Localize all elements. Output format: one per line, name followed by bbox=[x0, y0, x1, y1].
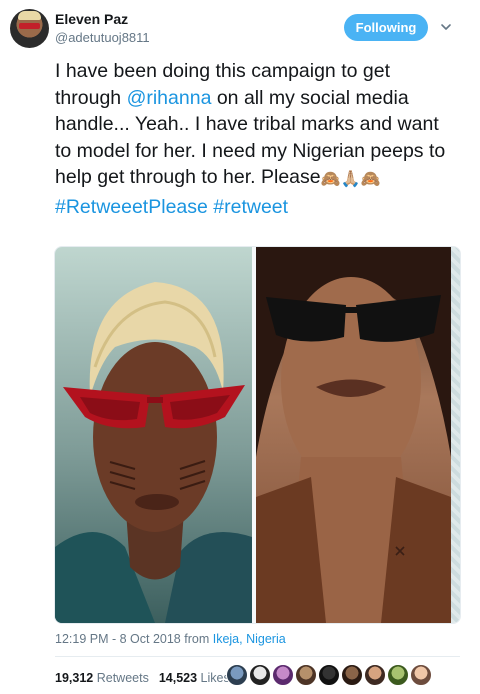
tweet-time[interactable]: 12:19 PM - 8 Oct 2018 bbox=[55, 632, 181, 646]
portrait-right-illustration bbox=[256, 247, 451, 623]
tweet: Eleven Paz @adetutuoj8811 Following I ha… bbox=[0, 0, 480, 694]
divider bbox=[55, 656, 460, 657]
liker-avatar[interactable] bbox=[295, 664, 317, 686]
likers-avatars bbox=[226, 664, 433, 686]
liker-avatar[interactable] bbox=[341, 664, 363, 686]
likes-count: 14,523 bbox=[158, 671, 198, 685]
tweet-timestamp: 12:19 PM - 8 Oct 2018 from Ikeja, Nigeri… bbox=[55, 632, 286, 646]
author-display-name[interactable]: Eleven Paz bbox=[55, 11, 128, 27]
liker-avatar[interactable] bbox=[249, 664, 271, 686]
author-handle[interactable]: @adetutuoj8811 bbox=[55, 30, 150, 45]
from-label: from bbox=[184, 632, 210, 646]
emoji-group: 🙈🙏🏼🙈 bbox=[320, 171, 381, 188]
avatar-hair bbox=[18, 11, 41, 20]
portrait-left-illustration bbox=[55, 282, 252, 623]
avatar[interactable] bbox=[10, 9, 49, 48]
media-container[interactable] bbox=[54, 246, 461, 624]
avatar-sunglasses bbox=[19, 23, 40, 29]
likes-stat[interactable]: 14,523 Likes bbox=[159, 671, 230, 685]
liker-avatar[interactable] bbox=[410, 664, 432, 686]
liker-avatar[interactable] bbox=[387, 664, 409, 686]
chevron-down-icon[interactable] bbox=[440, 21, 452, 33]
retweets-stat[interactable]: 19,312 Retweets bbox=[55, 671, 149, 685]
photo-right-edge bbox=[451, 247, 460, 623]
retweets-count: 19,312 bbox=[55, 671, 94, 685]
following-button[interactable]: Following bbox=[344, 14, 428, 41]
liker-avatar[interactable] bbox=[272, 664, 294, 686]
mention-link[interactable]: @rihanna bbox=[127, 87, 212, 109]
tweet-stats: 19,312 Retweets 14,523 Likes bbox=[55, 671, 230, 685]
liker-avatar[interactable] bbox=[364, 664, 386, 686]
tweet-text: I have been doing this campaign to get t… bbox=[55, 58, 460, 220]
hashtag-link-retweeetplease[interactable]: #RetweeetPlease bbox=[55, 196, 208, 218]
location-link[interactable]: Ikeja, Nigeria bbox=[213, 632, 286, 646]
liker-avatar[interactable] bbox=[226, 664, 248, 686]
photo-left[interactable] bbox=[55, 247, 252, 623]
photo-right[interactable] bbox=[256, 247, 451, 623]
liker-avatar[interactable] bbox=[318, 664, 340, 686]
retweets-label: Retweets bbox=[96, 671, 149, 685]
hashtag-link-retweet[interactable]: #retweet bbox=[213, 196, 288, 218]
